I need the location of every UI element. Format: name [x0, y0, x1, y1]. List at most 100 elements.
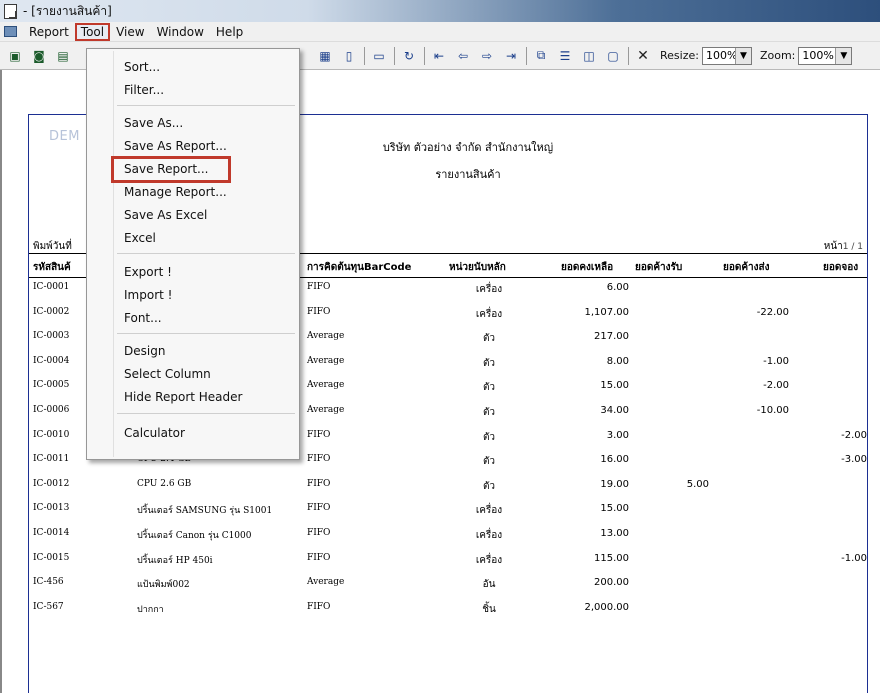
menu-separator — [117, 413, 295, 414]
close-icon[interactable]: ✕ — [634, 47, 652, 65]
cell-method: Average — [307, 380, 345, 391]
menu-item-save-as-report[interactable]: Save As Report... — [124, 136, 227, 156]
cell-method: FIFO — [307, 478, 331, 489]
window-title: - [รายงานสินค้า] — [23, 3, 112, 18]
full-page-icon[interactable]: ▢ — [604, 47, 622, 65]
cell-name: ปริ้นเตอร์ Canon รุ่น C1000 — [137, 531, 252, 541]
menu-help[interactable]: Help — [210, 23, 249, 41]
chevron-down-icon[interactable]: ▼ — [734, 47, 751, 64]
cell-balance: 200.00 — [594, 577, 629, 589]
page-value: 1 / 1 — [842, 242, 863, 252]
cell-method: FIFO — [307, 282, 331, 292]
cell-method: FIFO — [307, 552, 331, 563]
menu-item-filter[interactable]: Filter... — [124, 80, 164, 100]
cell-code: IC-0012 — [33, 478, 70, 489]
cell-code: IC-0005 — [33, 380, 70, 391]
cell-ship: -10.00 — [756, 405, 789, 416]
menu-separator — [117, 333, 295, 334]
cell-code: IC-0010 — [33, 429, 70, 440]
col-book: ยอดจอง — [823, 262, 859, 273]
cell-method: Average — [307, 331, 345, 342]
cell-unit: ตัว — [482, 431, 496, 443]
print-preview-icon[interactable]: ▣ — [6, 47, 24, 65]
cell-unit: ตัว — [482, 333, 496, 345]
cell-balance: 1,107.00 — [584, 306, 629, 318]
cell-name: CPU 2.6 GB — [137, 478, 192, 489]
menu-item-design[interactable]: Design — [124, 341, 165, 361]
cell-code: IC-0006 — [33, 405, 70, 415]
menu-separator — [117, 253, 295, 254]
cell-unit: ตัว — [482, 456, 496, 468]
cell-method: FIFO — [307, 306, 331, 317]
menu-separator — [117, 105, 295, 106]
menu-item-export[interactable]: Export ! — [124, 262, 172, 282]
last-page-icon[interactable]: ⇥ — [502, 47, 520, 65]
cell-book: -2.00 — [841, 429, 867, 441]
cell-name: ปากกา — [137, 604, 164, 615]
cell-balance: 115.00 — [594, 552, 629, 564]
screen-icon[interactable]: ▭ — [370, 47, 388, 65]
cell-balance: 15.00 — [600, 503, 629, 515]
cell-name: แป้นพิมพ์002 — [137, 580, 190, 591]
menu-view[interactable]: View — [110, 23, 150, 41]
col-balance: ยอดคงเหลือ — [561, 262, 614, 273]
cell-code: IC-567 — [33, 601, 64, 612]
menu-item-select-column[interactable]: Select Column — [124, 364, 211, 384]
chevron-down-icon[interactable]: ▼ — [835, 47, 852, 64]
menu-item-save-as-excel[interactable]: Save As Excel — [124, 205, 207, 225]
menu-item-manage-report[interactable]: Manage Report... — [124, 182, 227, 202]
refresh-icon[interactable]: ↻ — [400, 47, 418, 65]
single-page-icon[interactable]: ☰ — [556, 47, 574, 65]
prev-page-icon[interactable]: ⇦ — [454, 47, 472, 65]
menu-item-sort[interactable]: Sort... — [124, 57, 160, 77]
column-icon[interactable]: ▯ — [340, 47, 358, 65]
menu-window[interactable]: Window — [151, 23, 210, 41]
cell-code: IC-0013 — [33, 503, 70, 514]
page-layout-icon[interactable]: ⧉ — [532, 47, 550, 65]
menu-item-import[interactable]: Import ! — [124, 285, 172, 305]
cell-unit: ชิ้น — [482, 603, 496, 615]
next-page-icon[interactable]: ⇨ — [478, 47, 496, 65]
menu-tool[interactable]: Tool — [74, 22, 111, 41]
grid-view-icon[interactable]: ▦ — [316, 47, 334, 65]
cell-code: IC-456 — [33, 577, 64, 588]
resize-label: Resize: — [660, 49, 699, 62]
app-window-icon[interactable] — [4, 26, 17, 37]
col-receive: ยอดค้างรับ — [635, 262, 683, 273]
cell-unit: เครื่อง — [475, 505, 503, 517]
cell-balance: 8.00 — [606, 355, 629, 367]
zoom-select[interactable]: 100% ▼ — [798, 46, 853, 65]
cell-balance: 34.00 — [600, 405, 629, 416]
cell-balance: 3.00 — [606, 429, 629, 441]
menu-item-save-report[interactable]: Save Report... — [124, 159, 209, 179]
cell-method: FIFO — [307, 503, 331, 514]
cell-balance: 13.00 — [600, 528, 629, 539]
table-row: IC-0012 CPU 2.6 GB FIFO ตัว 19.00 5.00 — [29, 475, 867, 499]
table-row: IC-0015 ปริ้นเตอร์ HP 450i FIFO เครื่อง 115.… — [29, 549, 867, 573]
cell-book: -3.00 — [841, 454, 867, 466]
save-icon[interactable]: ◙ — [30, 47, 48, 65]
menu-item-hide-report-header[interactable]: Hide Report Header — [124, 387, 242, 407]
cell-unit: เครื่อง — [475, 530, 503, 541]
cell-unit: อัน — [482, 579, 496, 591]
two-page-icon[interactable]: ◫ — [580, 47, 598, 65]
menu-item-calculator[interactable]: Calculator — [124, 423, 185, 443]
first-page-icon[interactable]: ⇤ — [430, 47, 448, 65]
cell-balance: 15.00 — [600, 380, 629, 392]
cell-name: ปริ้นเตอร์ SAMSUNG รุ่น S1001 — [137, 506, 273, 517]
cell-book: -1.00 — [841, 552, 867, 564]
cell-balance: 16.00 — [600, 454, 629, 466]
menu-item-excel[interactable]: Excel — [124, 228, 156, 248]
menu-item-font[interactable]: Font... — [124, 308, 162, 328]
title-bar: - [รายงานสินค้า] — [0, 0, 880, 22]
zoom-label: Zoom: — [759, 49, 796, 62]
report-preview-icon — [4, 3, 17, 19]
cell-unit: ตัว — [482, 480, 496, 492]
cell-method: Average — [307, 405, 345, 415]
col-method: การคิดต้นทุนBarCode — [307, 262, 412, 273]
menu-report[interactable]: Report — [23, 23, 75, 41]
resize-select[interactable]: 100% ▼ — [701, 46, 752, 65]
print-icon[interactable]: ▤ — [54, 47, 72, 65]
table-row: IC-456 แป้นพิมพ์002 Average อัน 200.00 — [29, 573, 867, 597]
menu-item-save-as[interactable]: Save As... — [124, 113, 183, 133]
